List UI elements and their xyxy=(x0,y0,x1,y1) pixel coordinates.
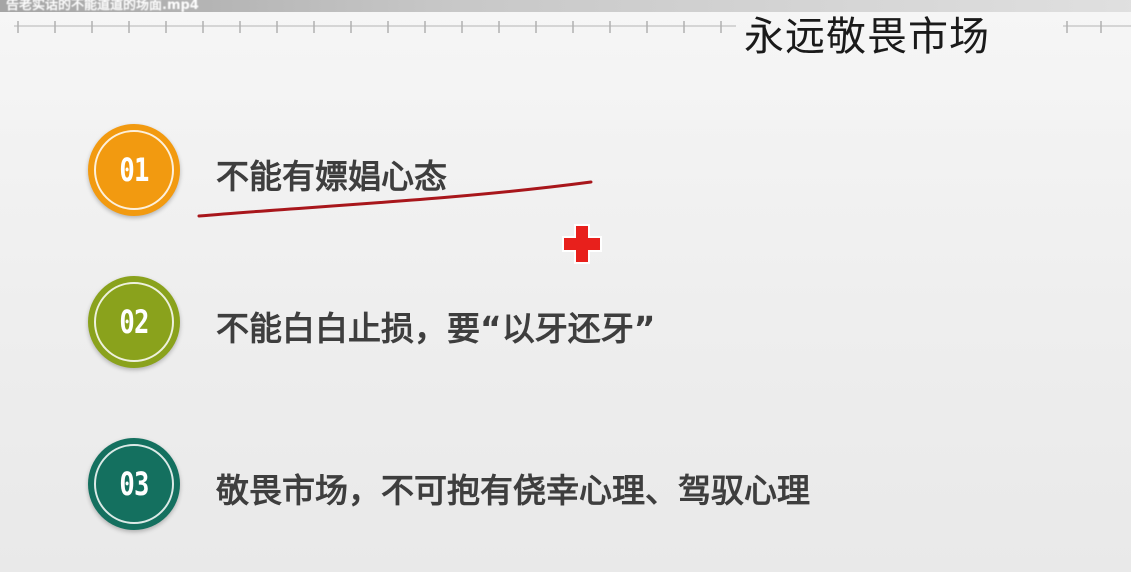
presentation-slide: 告老实话的不能道道的场面.mp4 永远敬畏市场 01 不能有嫖娼心态 02 不能… xyxy=(0,0,1131,572)
badge-number: 01 xyxy=(119,151,149,189)
list-item-3: 03 敬畏市场，不可抱有侥幸心理、驾驭心理 xyxy=(88,438,988,530)
item-text: 不能白白止损，要“以牙还牙” xyxy=(216,309,656,348)
decorative-ruler-left xyxy=(14,20,736,40)
badge-number: 02 xyxy=(119,303,149,341)
badge-number: 03 xyxy=(119,465,149,503)
number-badge-3: 03 xyxy=(88,438,180,530)
red-cross-cursor-icon xyxy=(562,224,602,264)
video-filename: 告老实话的不能道道的场面.mp4 xyxy=(6,0,199,13)
item-text: 敬畏市场，不可抱有侥幸心理、驾驭心理 xyxy=(216,471,810,510)
decorative-ruler-right xyxy=(1063,20,1131,40)
handwritten-underline-annotation xyxy=(197,180,593,218)
list-item-2: 02 不能白白止损，要“以牙还牙” xyxy=(88,276,988,368)
number-badge-1: 01 xyxy=(88,124,180,216)
number-badge-2: 02 xyxy=(88,276,180,368)
slide-title: 永远敬畏市场 xyxy=(744,14,990,60)
